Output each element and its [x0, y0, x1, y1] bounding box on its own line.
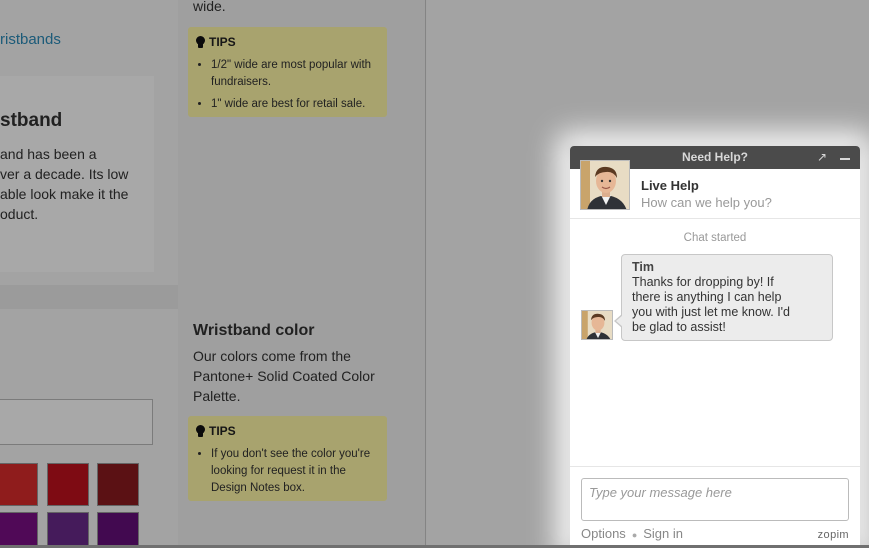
- chat-footer: Options ● Sign in zopim: [570, 466, 860, 548]
- agent-title: Live Help: [641, 178, 699, 193]
- popout-icon[interactable]: ↗: [817, 150, 829, 164]
- agent-subtitle: How can we help you?: [641, 195, 772, 210]
- message-input[interactable]: [581, 478, 849, 521]
- footer-separator: ●: [631, 530, 638, 540]
- chat-transcript: Chat started Tim Thanks for dropping by!…: [570, 219, 860, 467]
- minimize-icon[interactable]: [839, 150, 851, 164]
- agent-avatar: [580, 160, 630, 210]
- agent-bar: Live Help How can we help you?: [570, 160, 860, 219]
- message-line: be glad to assist!: [632, 320, 726, 334]
- message-bubble: Tim Thanks for dropping by! If there is …: [614, 254, 833, 341]
- options-link[interactable]: Options: [581, 526, 626, 541]
- zopim-logo[interactable]: zopim: [818, 529, 849, 541]
- sign-in-link[interactable]: Sign in: [643, 526, 683, 541]
- message-line: Thanks for dropping by! If: [632, 275, 774, 289]
- message-text: Thanks for dropping by! If there is anyt…: [632, 275, 822, 335]
- message-line: there is anything I can help: [632, 290, 782, 304]
- message-sender: Tim: [632, 260, 654, 274]
- live-chat-widget: Need Help? ↗ Live Help How can we help y…: [570, 146, 860, 548]
- message-avatar: [581, 310, 613, 340]
- message-line: you with just let me know. I'd: [632, 305, 791, 319]
- chat-status: Chat started: [683, 232, 747, 244]
- footer-links: Options ● Sign in: [581, 526, 683, 541]
